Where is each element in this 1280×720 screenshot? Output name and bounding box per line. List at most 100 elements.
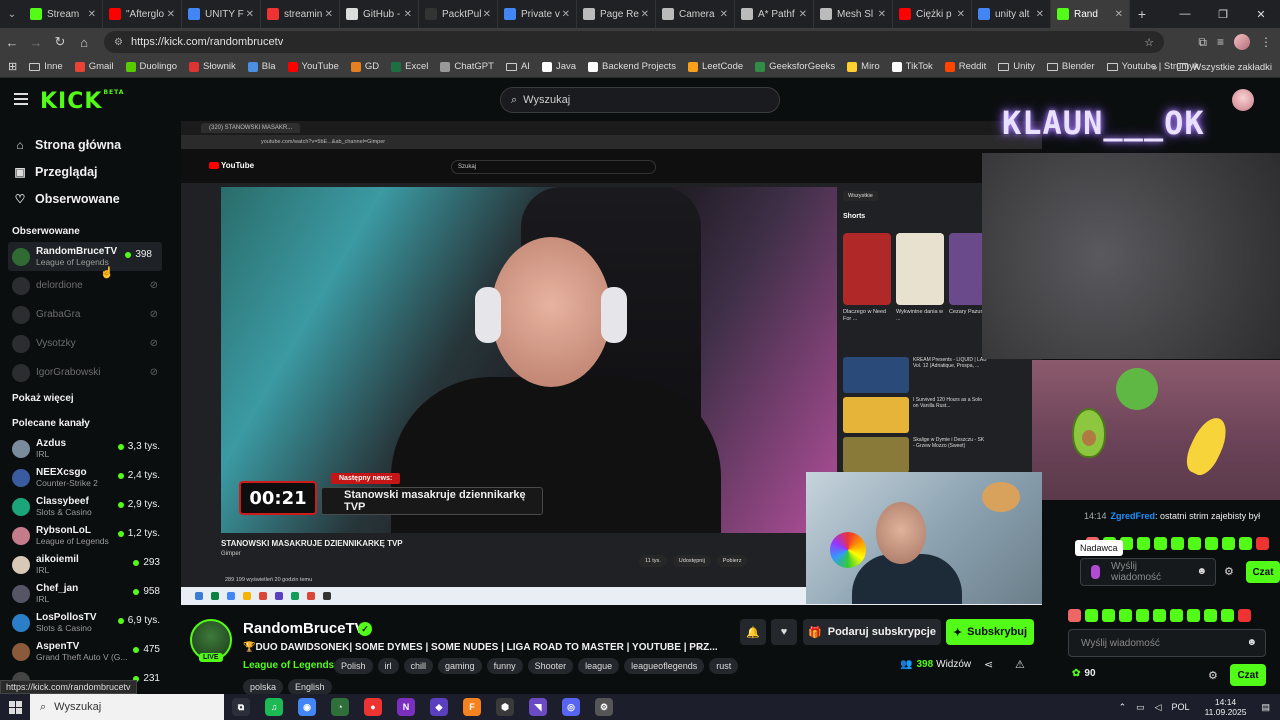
follow-heart-icon[interactable]: ♥ xyxy=(771,619,797,645)
taskbar-app-icon[interactable]: ⚙ xyxy=(595,698,613,716)
chat-input[interactable]: Wyślij wiadomość ☻ xyxy=(1068,629,1266,657)
taskbar-app-icon[interactable]: N xyxy=(397,698,415,716)
browser-tab[interactable]: GitHub - ✕ xyxy=(340,0,419,28)
browser-tab[interactable]: Stream ✕ xyxy=(24,0,103,28)
volume-icon[interactable]: ◁ xyxy=(1155,702,1162,713)
stream-tag[interactable]: irl xyxy=(377,658,399,674)
hamburger-menu-icon[interactable] xyxy=(14,93,28,105)
tab-close-icon[interactable]: ✕ xyxy=(799,9,807,20)
bookmark-item[interactable]: Excel xyxy=(391,61,428,72)
recommended-channel[interactable]: Azdus IRL 3,3 tys. xyxy=(0,434,170,463)
stream-tag[interactable]: Polish xyxy=(334,658,373,674)
network-icon[interactable]: ▭ xyxy=(1136,702,1145,713)
browser-tab[interactable]: A* Pathf ✕ xyxy=(735,0,814,28)
bookmark-item[interactable]: GD xyxy=(350,61,379,72)
kick-search-input[interactable]: ⌕ Wyszukaj xyxy=(500,87,780,113)
new-tab-button[interactable]: + xyxy=(1130,0,1154,28)
tab-close-icon[interactable]: ✕ xyxy=(483,9,491,20)
chat-message-user[interactable]: ZgredFred xyxy=(1111,511,1156,521)
recommended-channel[interactable]: RybsonLoL League of Legends 1,2 tys. xyxy=(0,521,170,550)
streamer-name[interactable]: RandomBruceTV xyxy=(243,620,365,637)
microphone-icon[interactable] xyxy=(1091,565,1100,579)
followed-channel[interactable]: Vysotzky ⊘ xyxy=(0,329,170,358)
taskbar-app-icon[interactable]: ♫ xyxy=(265,698,283,716)
tab-close-icon[interactable]: ✕ xyxy=(878,9,886,20)
browser-tab[interactable]: Ciężki p ✕ xyxy=(893,0,972,28)
chat-settings-icon[interactable]: ⚙ xyxy=(1208,669,1218,682)
browser-tab[interactable]: unity alt ✕ xyxy=(972,0,1051,28)
taskbar-search[interactable]: ⌕ Wyszukaj xyxy=(30,694,224,720)
recommended-channel[interactable]: AspenTV Grand Theft Auto V (G... 475 xyxy=(0,637,170,666)
address-bar[interactable]: ⚙ https://kick.com/randombrucetv ☆ xyxy=(104,31,1164,53)
recommended-channel[interactable]: LosPollosTV Slots & Casino 6,9 tys. xyxy=(0,608,170,637)
bookmark-item[interactable]: Gmail xyxy=(74,61,114,72)
stream-tag[interactable]: rust xyxy=(709,658,739,674)
extensions-icon[interactable]: ⧉ xyxy=(1198,35,1207,50)
bookmark-item[interactable]: ChatGPT xyxy=(440,61,494,72)
share-icon[interactable]: ⋖ xyxy=(984,658,993,671)
site-info-icon[interactable]: ⚙ xyxy=(114,37,123,48)
apps-grid-icon[interactable]: ⊞ xyxy=(8,60,17,73)
bookmark-item[interactable]: Java xyxy=(541,61,576,72)
recommended-channel[interactable]: Chef_jan IRL 958 xyxy=(0,579,170,608)
bookmark-item[interactable]: YouTube xyxy=(287,61,339,72)
kick-logo[interactable]: KICKBETA xyxy=(40,89,124,114)
forward-icon[interactable]: → xyxy=(24,28,48,56)
browser-tab[interactable]: PacktPul ✕ xyxy=(419,0,498,28)
tab-close-icon[interactable]: ✕ xyxy=(1036,9,1044,20)
recommended-channel[interactable]: Classybeef Slots & Casino 2,9 tys. xyxy=(0,492,170,521)
channel-points[interactable]: ✿ 90 xyxy=(1072,668,1096,679)
emoji-icon[interactable]: ☻ xyxy=(1196,566,1207,577)
taskbar-app-icon[interactable]: ◎ xyxy=(562,698,580,716)
tab-close-icon[interactable]: ✕ xyxy=(720,9,728,20)
browser-tab[interactable]: Mesh Sl ✕ xyxy=(814,0,893,28)
tab-close-icon[interactable]: ✕ xyxy=(88,9,96,20)
show-more-link[interactable]: Pokaż więcej xyxy=(0,387,170,410)
bookmark-item[interactable]: Miro xyxy=(847,61,880,72)
emoji-icon[interactable]: ☻ xyxy=(1246,637,1257,648)
tab-close-icon[interactable]: ✕ xyxy=(167,9,175,20)
notification-center-icon[interactable]: ▤ xyxy=(1261,702,1270,713)
browser-tab[interactable]: "Afterglo ✕ xyxy=(103,0,182,28)
reload-icon[interactable]: ↻ xyxy=(48,28,72,56)
followed-channel[interactable]: GrabaGra ⊘ xyxy=(0,300,170,329)
stream-tag[interactable]: funny xyxy=(486,658,523,674)
stream-tag[interactable]: polska xyxy=(243,679,284,695)
restore-icon[interactable]: ❐ xyxy=(1204,0,1242,28)
tab-close-icon[interactable]: ✕ xyxy=(641,9,649,20)
stream-tag[interactable]: English xyxy=(288,679,332,695)
recommended-channel[interactable]: aikoiemil IRL 293 xyxy=(0,550,170,579)
sidebar-nav-home[interactable]: ⌂ Strona główna xyxy=(12,131,158,158)
more-bookmarks-icon[interactable]: » xyxy=(1152,62,1157,73)
windows-start-icon[interactable] xyxy=(0,694,30,720)
taskbar-app-icon[interactable]: ⧉ xyxy=(232,698,250,716)
tab-search-icon[interactable]: ⌄ xyxy=(0,0,24,28)
browser-tab[interactable]: Rand ✕ xyxy=(1051,0,1130,28)
report-icon[interactable]: ⚠ xyxy=(1015,658,1025,671)
followed-channel[interactable]: IgorGrabowski ⊘ xyxy=(0,358,170,387)
gift-subscription-button[interactable]: 🎁 Podaruj subskrypcje xyxy=(803,619,941,645)
bookmark-item[interactable]: Blender xyxy=(1046,61,1095,72)
stream-tag[interactable]: league xyxy=(578,658,620,674)
browser-tab[interactable]: Private v ✕ xyxy=(498,0,577,28)
subscribe-button[interactable]: ✦ Subskrybuj xyxy=(946,619,1034,645)
bookmark-item[interactable]: TikTok xyxy=(891,61,933,72)
user-avatar[interactable] xyxy=(1232,89,1254,111)
bookmark-item[interactable]: Słownik xyxy=(189,61,236,72)
taskbar-app-icon[interactable]: ◥ xyxy=(529,698,547,716)
tab-close-icon[interactable]: ✕ xyxy=(1115,9,1123,20)
followed-channel[interactable]: RandomBruceTV League of Legends 398 xyxy=(8,242,162,271)
bookmark-item[interactable]: GeeksforGeeks xyxy=(755,61,835,72)
browser-tab[interactable]: Camera ✕ xyxy=(656,0,735,28)
stream-tag[interactable]: chill xyxy=(403,658,434,674)
tab-close-icon[interactable]: ✕ xyxy=(404,9,412,20)
chat-settings-icon[interactable]: ⚙ xyxy=(1224,565,1234,578)
chevron-down-icon[interactable]: ⌄ xyxy=(694,642,702,653)
all-bookmarks-folder[interactable]: Wszystkie zakładki xyxy=(1177,62,1272,73)
profile-avatar[interactable] xyxy=(1234,34,1250,50)
chat-input-primary[interactable]: Wyślij wiadomość ☻ xyxy=(1080,558,1216,586)
clock[interactable]: 14:14 11.09.2025 xyxy=(1205,697,1247,717)
sidebar-nav-heart[interactable]: ♡ Obserwowane xyxy=(12,185,158,212)
bookmark-item[interactable]: Duolingo xyxy=(125,61,177,72)
tray-expand-icon[interactable]: ⌃ xyxy=(1119,702,1127,713)
